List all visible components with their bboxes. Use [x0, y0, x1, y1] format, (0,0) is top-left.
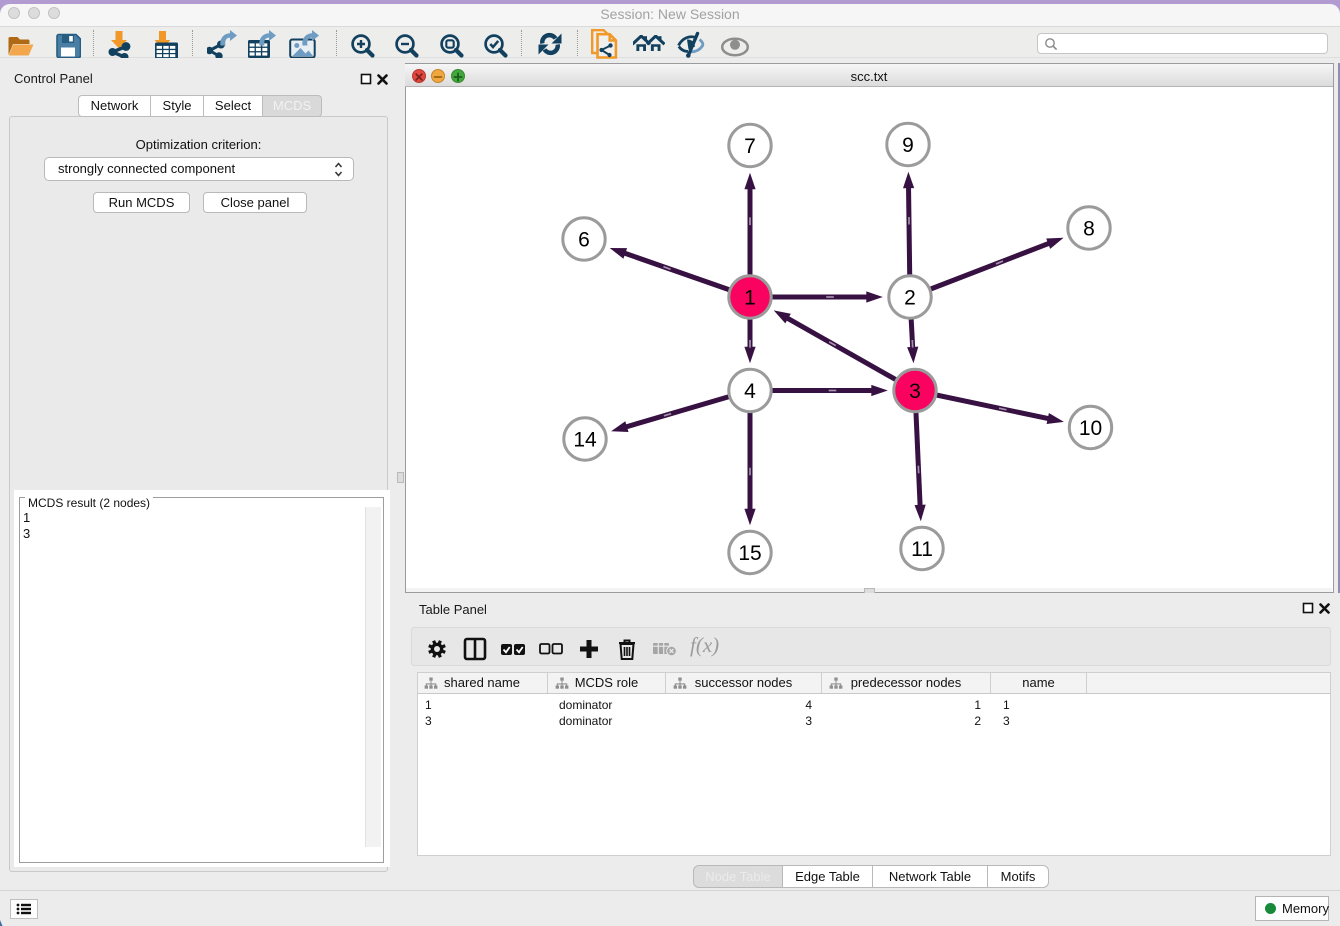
svg-text:3: 3: [909, 380, 921, 403]
svg-text:15: 15: [738, 542, 761, 565]
svg-text:14: 14: [573, 429, 597, 452]
svg-text:4: 4: [744, 380, 756, 403]
svg-text:11: 11: [911, 538, 933, 561]
svg-text:2: 2: [904, 287, 916, 310]
svg-text:7: 7: [744, 135, 756, 158]
svg-text:9: 9: [902, 134, 914, 157]
svg-text:10: 10: [1079, 417, 1102, 440]
svg-text:6: 6: [578, 229, 590, 252]
svg-text:8: 8: [1083, 218, 1095, 241]
svg-text:1: 1: [744, 287, 756, 310]
